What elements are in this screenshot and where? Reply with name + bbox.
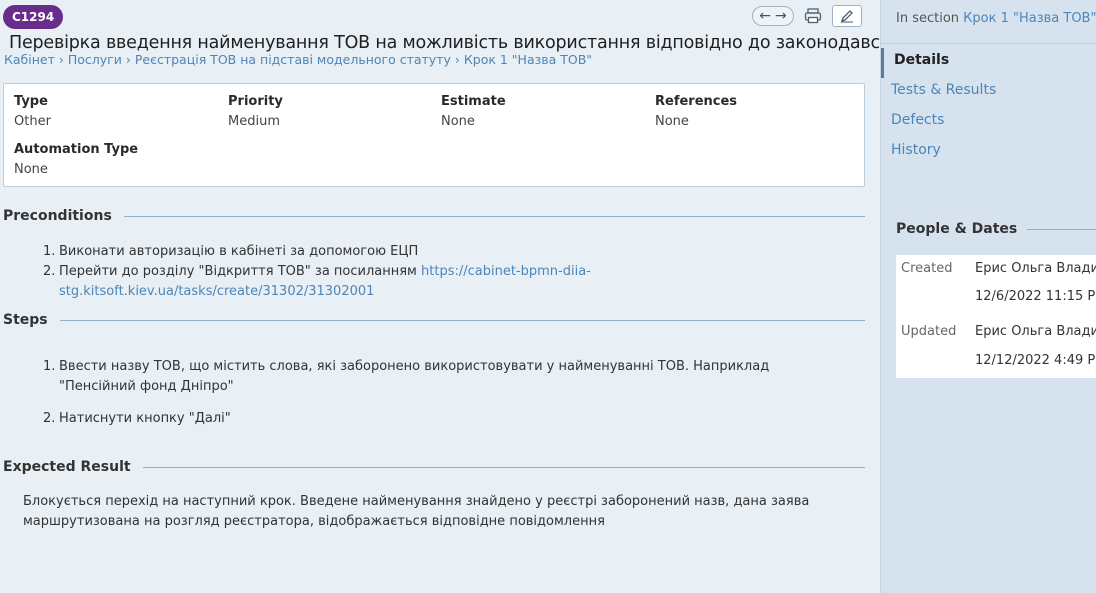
divider bbox=[59, 319, 865, 321]
sidebar-item-history[interactable]: History bbox=[881, 138, 1096, 168]
prop-automation-type-label: Automation Type bbox=[14, 142, 139, 157]
prop-type-label: Type bbox=[14, 94, 48, 109]
expected-result-heading: Expected Result bbox=[3, 459, 865, 475]
sidebar-item-details[interactable]: Details bbox=[881, 48, 1096, 78]
prop-estimate-label: Estimate bbox=[441, 94, 506, 109]
list-item: Виконати авторизацію в кабінеті за допом… bbox=[43, 242, 880, 262]
properties-panel: Type Other Priority Medium Estimate None… bbox=[3, 83, 865, 187]
breadcrumb-separator: › bbox=[58, 52, 64, 67]
created-label: Created bbox=[901, 261, 953, 276]
people-dates-card: Created Ерис Ольга Влади... 12/6/2022 11… bbox=[896, 255, 1096, 378]
precondition-text: Перейти до розділу "Відкриття ТОВ" за по… bbox=[59, 264, 422, 279]
edit-button[interactable] bbox=[832, 5, 862, 27]
step-text: Ввести назву ТОВ, що містить слова, які … bbox=[59, 359, 770, 394]
prop-priority: Priority Medium bbox=[228, 94, 283, 129]
prop-type: Type Other bbox=[14, 94, 51, 129]
updated-date: 12/12/2022 4:49 PM bbox=[975, 353, 1096, 368]
expected-result-title: Expected Result bbox=[3, 459, 131, 475]
sidebar: In section Крок 1 "Назва ТОВ". Details T… bbox=[880, 0, 1096, 593]
updated-by[interactable]: Ерис Ольга Влади... bbox=[975, 324, 1096, 339]
updated-label: Updated bbox=[901, 324, 957, 339]
section-prefix: In section bbox=[896, 11, 964, 26]
list-item: Перейти до розділу "Відкриття ТОВ" за по… bbox=[43, 262, 880, 302]
prop-references-value: None bbox=[655, 114, 689, 129]
prop-priority-value: Medium bbox=[228, 114, 280, 129]
arrow-left-icon[interactable]: ← bbox=[759, 8, 771, 24]
list-item: Натиснути кнопку "Далі" bbox=[43, 409, 839, 429]
breadcrumb-item-services[interactable]: Послуги bbox=[68, 52, 122, 67]
prev-next-navigation[interactable]: ← → bbox=[752, 6, 794, 26]
sidebar-item-tests-results[interactable]: Tests & Results bbox=[881, 78, 1096, 108]
step-text: Натиснути кнопку "Далі" bbox=[59, 411, 231, 426]
prop-references: References None bbox=[655, 94, 737, 129]
divider bbox=[881, 43, 1096, 44]
prop-estimate-value: None bbox=[441, 114, 475, 129]
section-link[interactable]: Крок 1 "Назва ТОВ" bbox=[963, 11, 1096, 26]
precondition-text: Виконати авторизацію в кабінеті за допом… bbox=[59, 244, 419, 259]
expected-result-text: Блокується перехід на наступний крок. Вв… bbox=[23, 494, 810, 529]
divider bbox=[123, 215, 865, 217]
toolbar: ← → bbox=[752, 5, 862, 28]
divider bbox=[142, 466, 865, 468]
steps-heading: Steps bbox=[3, 312, 865, 328]
page-title: Перевірка введення найменування ТОВ на м… bbox=[9, 33, 899, 53]
preconditions-title: Preconditions bbox=[3, 208, 112, 224]
prop-automation-type: Automation Type None bbox=[14, 142, 138, 177]
breadcrumb-item-registration[interactable]: Реєстрація ТОВ на підставі модельного ст… bbox=[135, 52, 451, 67]
sidebar-nav: Details Tests & Results Defects History bbox=[881, 48, 1096, 168]
prop-automation-type-value: None bbox=[14, 162, 48, 177]
people-dates-title: People & Dates bbox=[896, 221, 1018, 237]
prop-estimate: Estimate None bbox=[441, 94, 506, 129]
main-panel: C1294 ← → Перевірка введення найменуванн… bbox=[0, 0, 899, 593]
breadcrumb-separator: › bbox=[454, 52, 460, 67]
prop-references-label: References bbox=[655, 94, 738, 109]
arrow-right-icon[interactable]: → bbox=[775, 8, 787, 24]
breadcrumb: Кабінет › Послуги › Реєстрація ТОВ на підста… bbox=[4, 52, 592, 67]
section-info: In section Крок 1 "Назва ТОВ". bbox=[896, 11, 1096, 26]
preconditions-list: Виконати авторизацію в кабінеті за допом… bbox=[43, 242, 880, 302]
steps-title: Steps bbox=[3, 312, 48, 328]
divider bbox=[1027, 228, 1096, 230]
printer-icon bbox=[804, 8, 822, 24]
prop-priority-label: Priority bbox=[228, 94, 283, 109]
created-by[interactable]: Ерис Ольга Влади... bbox=[975, 261, 1096, 276]
breadcrumb-item-cabinet[interactable]: Кабінет bbox=[4, 52, 55, 67]
preconditions-heading: Preconditions bbox=[3, 208, 865, 224]
list-item: Ввести назву ТОВ, що містить слова, які … bbox=[43, 357, 839, 397]
breadcrumb-separator: › bbox=[125, 52, 131, 67]
print-button[interactable] bbox=[802, 6, 824, 26]
prop-type-value: Other bbox=[14, 114, 51, 129]
people-dates-heading: People & Dates bbox=[896, 221, 1096, 237]
breadcrumb-item-step[interactable]: Крок 1 "Назва ТОВ" bbox=[464, 52, 592, 67]
case-id-badge: C1294 bbox=[3, 5, 64, 29]
pencil-icon bbox=[841, 10, 853, 23]
sidebar-item-defects[interactable]: Defects bbox=[881, 108, 1096, 138]
created-date: 12/6/2022 11:15 PM bbox=[975, 289, 1096, 304]
steps-list: Ввести назву ТОВ, що містить слова, які … bbox=[43, 357, 839, 429]
